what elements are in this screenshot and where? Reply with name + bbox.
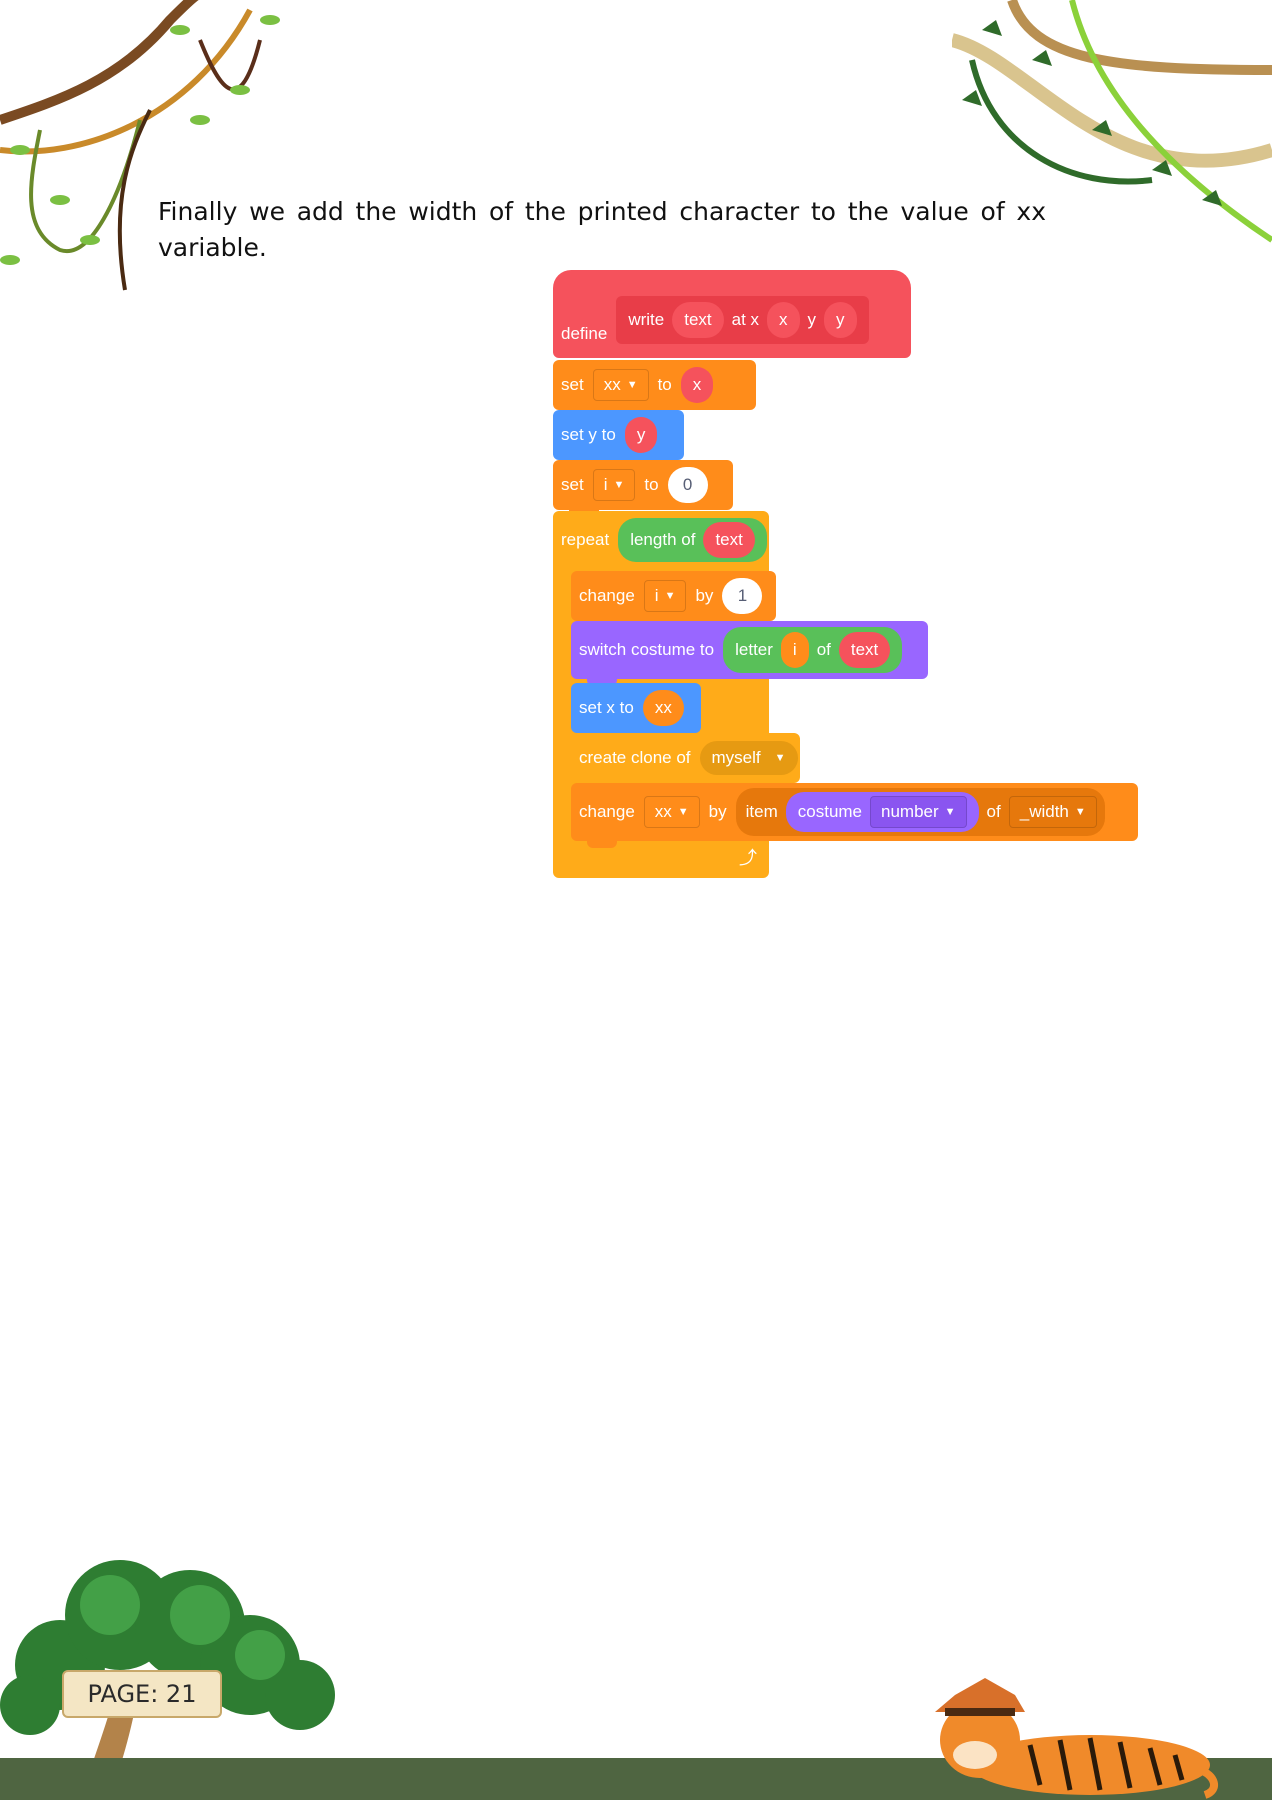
chevron-down-icon: ▼	[613, 479, 625, 491]
item-label: item	[745, 802, 778, 821]
intro-paragraph: Finally we add the width of the printed …	[158, 197, 1046, 262]
repeat-keyword: repeat	[561, 530, 610, 549]
variable-name: i	[603, 475, 608, 494]
repeat-header: repeat length of text	[553, 514, 769, 566]
define-block[interactable]: define write text at x x y y	[553, 270, 911, 358]
at-x-label: at x	[731, 310, 760, 329]
item-of-list-reporter[interactable]: item costume number ▼ of _width ▼	[735, 788, 1105, 836]
chevron-down-icon: ▼	[944, 806, 956, 818]
variable-dropdown-xx[interactable]: xx ▼	[643, 796, 700, 828]
i-reporter[interactable]: i	[780, 632, 809, 668]
page-number-scroll: PAGE: 21	[62, 1670, 222, 1718]
set-y-block[interactable]: set y to y	[553, 410, 684, 467]
by-label: by	[708, 802, 727, 821]
y-label: y	[807, 310, 817, 329]
arg-y[interactable]: y	[824, 302, 857, 338]
scratch-script: define write text at x x y y set xx ▼ to…	[553, 270, 1138, 890]
set-i-block[interactable]: set i ▼ to 0	[553, 460, 733, 517]
create-clone-label: create clone of	[579, 748, 691, 767]
set-xx-block[interactable]: set xx ▼ to x	[553, 360, 756, 417]
chevron-down-icon: ▼	[774, 752, 786, 764]
variable-name: xx	[603, 375, 621, 394]
value-input[interactable]: 1	[722, 578, 763, 614]
y-reporter[interactable]: y	[624, 417, 658, 453]
list-name: _width	[1019, 802, 1069, 821]
chevron-down-icon: ▼	[664, 590, 676, 602]
change-xx-block[interactable]: change xx ▼ by item costume number ▼ of …	[571, 783, 1138, 848]
switch-costume-block[interactable]: switch costume to letter i of text	[571, 621, 928, 686]
letter-of-reporter[interactable]: letter i of text	[723, 627, 903, 673]
text-reporter[interactable]: text	[838, 632, 891, 668]
set-x-label: set x to	[579, 698, 634, 717]
change-i-block[interactable]: change i ▼ by 1	[571, 571, 776, 628]
variable-name: i	[654, 586, 659, 605]
switch-costume-label: switch costume to	[579, 640, 715, 659]
block-name: write	[628, 310, 665, 329]
chevron-down-icon: ▼	[626, 379, 638, 391]
page-number: PAGE: 21	[87, 1680, 197, 1708]
value-input[interactable]: 0	[667, 467, 708, 503]
of-label: of	[986, 802, 1001, 821]
to-label: to	[644, 475, 659, 494]
costume-label: costume	[797, 802, 863, 821]
of-label: of	[816, 640, 831, 659]
x-reporter[interactable]: x	[680, 367, 714, 403]
clone-target: myself	[711, 748, 761, 767]
length-of-label: length of	[630, 530, 696, 549]
list-dropdown[interactable]: _width ▼	[1008, 796, 1097, 828]
variable-dropdown-xx[interactable]: xx ▼	[592, 369, 649, 401]
set-x-block[interactable]: set x to xx	[571, 683, 701, 740]
define-keyword: define	[561, 324, 608, 343]
set-keyword: set	[561, 475, 584, 494]
to-label: to	[657, 375, 672, 394]
costume-attribute: number	[881, 802, 939, 821]
text-reporter[interactable]: text	[703, 522, 755, 558]
loop-arrow-icon: ⤴	[739, 848, 757, 869]
arg-x[interactable]: x	[767, 302, 800, 338]
set-y-label: set y to	[561, 425, 616, 444]
change-keyword: change	[579, 802, 635, 821]
variable-dropdown-i[interactable]: i ▼	[592, 469, 636, 501]
set-keyword: set	[561, 375, 584, 394]
custom-block-prototype: write text at x x y y	[616, 296, 869, 344]
change-keyword: change	[579, 586, 635, 605]
arg-text[interactable]: text	[672, 302, 724, 338]
length-of-reporter[interactable]: length of text	[618, 518, 767, 562]
by-label: by	[695, 586, 714, 605]
xx-reporter[interactable]: xx	[642, 690, 684, 726]
create-clone-block[interactable]: create clone of myself ▼	[571, 733, 800, 790]
costume-reporter[interactable]: costume number ▼	[785, 792, 979, 832]
tiger-icon	[935, 1678, 1218, 1799]
chevron-down-icon: ▼	[1074, 806, 1086, 818]
chevron-down-icon: ▼	[677, 806, 689, 818]
variable-name: xx	[654, 802, 672, 821]
costume-attribute-dropdown[interactable]: number ▼	[870, 796, 967, 828]
letter-label: letter	[735, 640, 773, 659]
variable-dropdown-i[interactable]: i ▼	[643, 580, 687, 612]
clone-target-dropdown[interactable]: myself ▼	[699, 741, 798, 775]
